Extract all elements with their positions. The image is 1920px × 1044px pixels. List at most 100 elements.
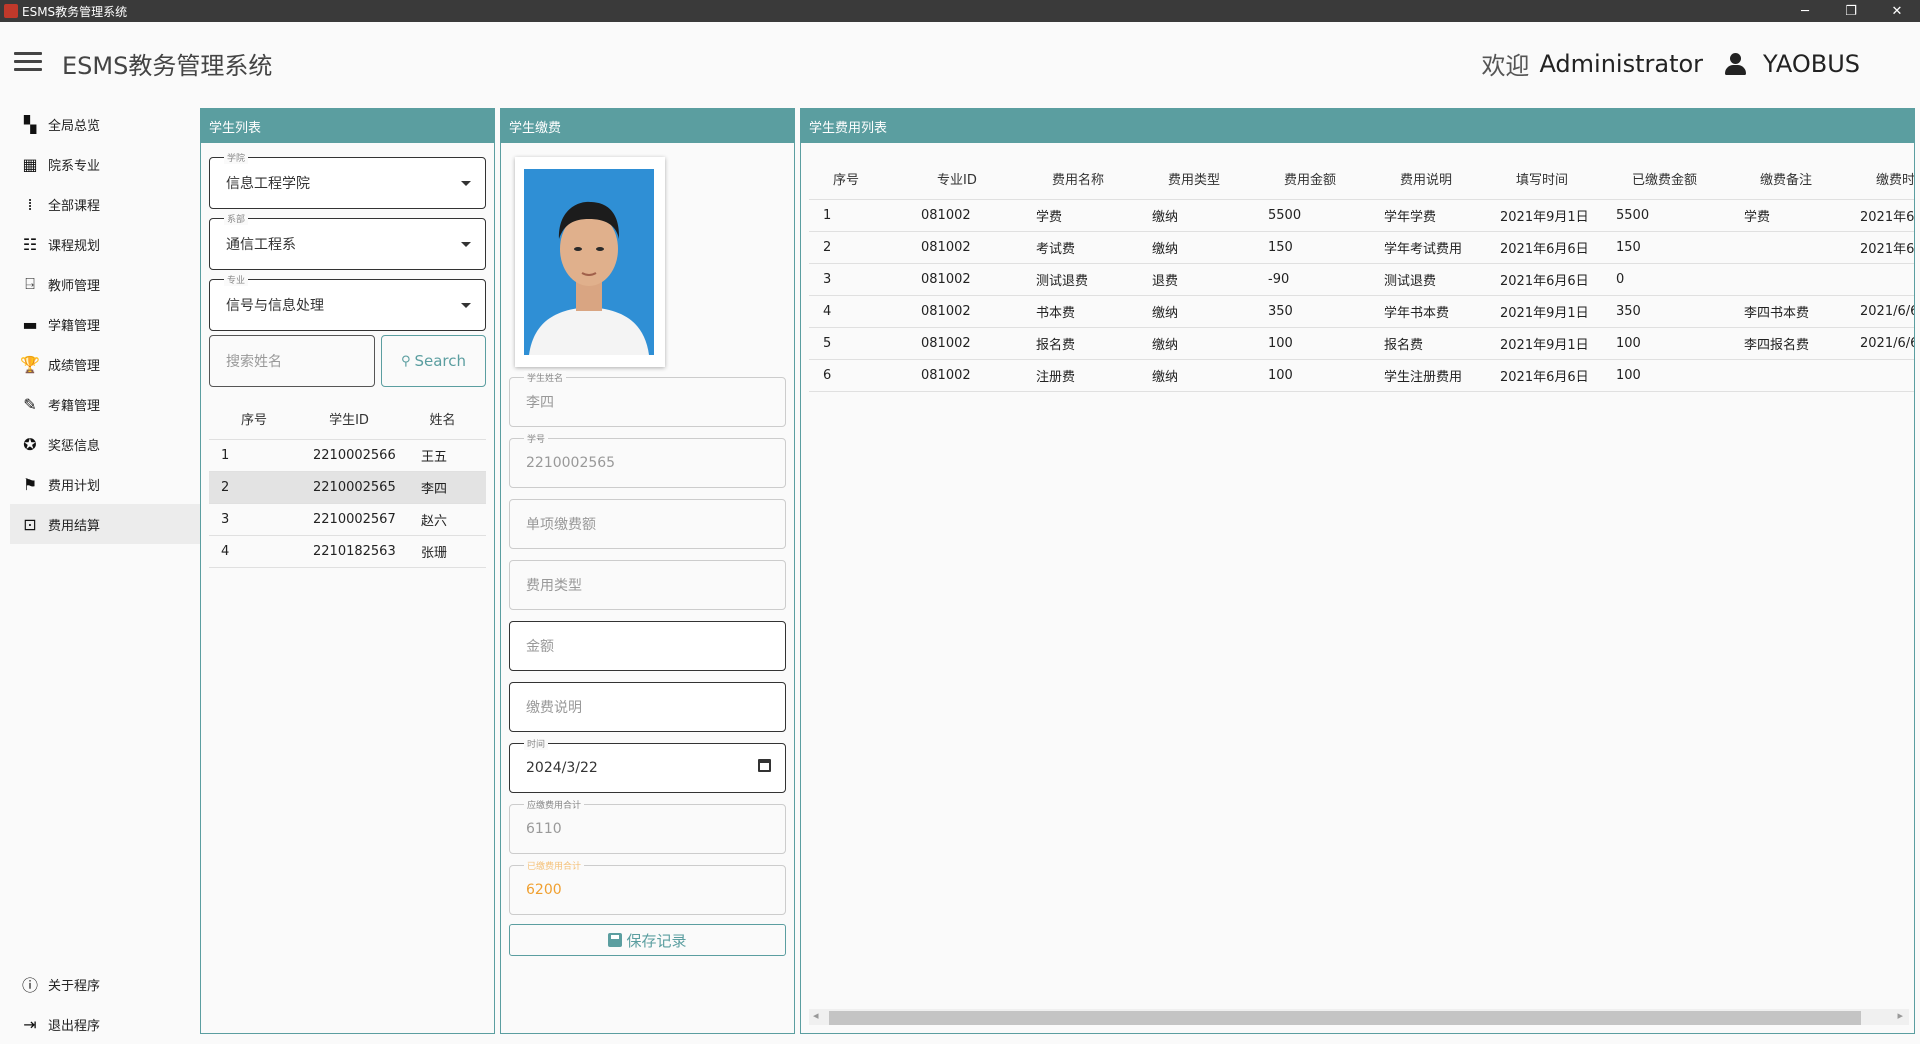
- chevron-down-icon: [461, 242, 471, 247]
- sidebar-item[interactable]: ▚ 全局总览: [10, 104, 200, 144]
- col-header: 已缴费金额: [1632, 173, 1698, 189]
- table-row[interactable]: 4 081002 书本费 缴纳 350 学年书本费 2021年9月1日 350 李四书本费 202…: [809, 294, 1914, 327]
- sidebar-item[interactable]: ☷ 课程规划: [10, 224, 200, 264]
- table-cell: [1736, 262, 1852, 295]
- calendar-icon[interactable]: [758, 759, 771, 772]
- sidebar-item-label: 院系专业: [48, 158, 101, 174]
- sidebar-item[interactable]: ✪ 奖惩信息: [10, 424, 200, 464]
- sidebar-item[interactable]: ▦ 院系专业: [10, 144, 200, 184]
- table-cell: 学年学费: [1376, 198, 1492, 231]
- app-header: ESMS教务管理系统 欢迎 Administrator YAOBUS: [0, 22, 1920, 104]
- table-cell: 2021年9月1日: [1492, 326, 1608, 359]
- restore-button[interactable]: ❐: [1828, 0, 1874, 22]
- scrollbar-thumb[interactable]: [829, 1011, 1861, 1025]
- hamburger-menu-icon[interactable]: [14, 52, 42, 74]
- scroll-right-icon[interactable]: ▸: [1897, 1009, 1903, 1022]
- search-button[interactable]: ⚲ Search: [381, 335, 486, 387]
- col-header: 费用说明: [1400, 173, 1453, 189]
- fee-list-panel: 学生费用列表 序号 专业ID 费用名称 费用类型 费用金额 费用说明 填写时间 已缴费金额 缴费…: [800, 108, 1915, 1034]
- table-cell: [1736, 230, 1852, 263]
- fee-type-field[interactable]: 费用类型: [509, 560, 786, 610]
- table-cell: 学生注册费用: [1376, 358, 1492, 392]
- student-list-panel: 学生列表 学院 信息工程学院 系部 通信工程系 专业 信号与信息处理 搜索姓名 …: [200, 108, 495, 1034]
- app-icon: [4, 4, 18, 18]
- sidebar-item[interactable]: ⊡ 费用结算: [10, 504, 200, 544]
- sidebar-item[interactable]: 🏆 成绩管理: [10, 344, 200, 384]
- col-header: 姓名: [429, 413, 456, 429]
- save-icon: [608, 933, 623, 947]
- table-cell: 5500: [1260, 198, 1376, 231]
- user-area: 欢迎 Administrator YAOBUS: [1481, 46, 1860, 81]
- sidebar-item[interactable]: ✎ 考籍管理: [10, 384, 200, 424]
- table-cell: 考试费: [1028, 230, 1144, 263]
- chevron-down-icon: [461, 303, 471, 308]
- paid-total-field: 已缴费用合计 6200: [509, 859, 786, 915]
- sidebar-item-label: 课程规划: [48, 238, 101, 254]
- table-row[interactable]: 2081002考试费缴纳150学年考试费用2021年6月6日1502021年6月…: [809, 230, 1914, 263]
- horizontal-scrollbar[interactable]: ◂ ▸: [809, 1009, 1909, 1025]
- trophy-icon: 🏆: [20, 354, 40, 374]
- table-cell: 王五: [399, 438, 486, 471]
- logout-icon: ⇥: [23, 1014, 37, 1034]
- table-cell: 学年书本费: [1376, 294, 1492, 327]
- minimize-button[interactable]: ─: [1782, 0, 1828, 22]
- table-cell: 报名费: [1376, 326, 1492, 359]
- table-row[interactable]: 5 081002 报名费 缴纳 100 报名费 2021年9月1日 100 李四报名费 2021/…: [809, 326, 1914, 359]
- user-icon[interactable]: [1723, 51, 1749, 77]
- date-field[interactable]: 时间 2024/3/22: [509, 737, 786, 793]
- table-row[interactable]: 2 2210002565 李四: [209, 470, 486, 503]
- table-cell: 3: [209, 502, 299, 535]
- table-cell: 测试退费: [1028, 262, 1144, 295]
- table-row[interactable]: 6 081002 注册费 缴纳 100 学生注册费用 2021年6月6日 100: [809, 358, 1914, 392]
- close-button[interactable]: ✕: [1874, 0, 1920, 22]
- table-row[interactable]: 3 2210002567 赵六: [209, 502, 486, 535]
- student-id-field: 学号 2210002565: [509, 432, 786, 488]
- table-cell: 100: [1608, 358, 1736, 392]
- college-value: 信息工程学院: [226, 176, 310, 192]
- table-row[interactable]: 1 081002 学费 缴纳 5500 学年学费 2021年9月1日 5500 学费 2021年6…: [809, 198, 1914, 231]
- table-cell: 学费: [1736, 198, 1852, 231]
- sidebar-item[interactable]: ⍈ 教师管理: [10, 264, 200, 304]
- dashboard-icon: ▚: [23, 114, 37, 134]
- payment-title: 学生缴费: [501, 109, 794, 143]
- sidebar-bottom-item[interactable]: ⇥ 退出程序: [10, 1004, 200, 1044]
- table-cell: 2: [809, 230, 913, 263]
- table-cell: 081002: [913, 230, 1028, 263]
- major-select[interactable]: 专业 信号与信息处理: [209, 273, 486, 331]
- table-cell: 李四: [399, 470, 486, 503]
- search-input[interactable]: 搜索姓名: [209, 335, 375, 387]
- table-cell: 2210002567: [299, 502, 399, 535]
- scroll-left-icon[interactable]: ◂: [813, 1009, 819, 1022]
- save-record-button[interactable]: 保存记录: [509, 924, 786, 956]
- grid-dots-icon: ⁞: [27, 194, 33, 214]
- window-title: ESMS教务管理系统: [22, 4, 128, 19]
- sidebar-item[interactable]: ▬ 学籍管理: [10, 304, 200, 344]
- org-name: YAOBUS: [1763, 49, 1860, 78]
- sidebar-item[interactable]: ⁞ 全部课程: [10, 184, 200, 224]
- college-select[interactable]: 学院 信息工程学院: [209, 151, 486, 209]
- student-name-value: 李四: [526, 395, 554, 411]
- description-field[interactable]: 缴费说明: [509, 682, 786, 732]
- student-list-title: 学生列表: [201, 109, 494, 143]
- table-row[interactable]: 1 2210002566 王五: [209, 438, 486, 471]
- table-cell: 081002: [913, 198, 1028, 231]
- sidebar-item[interactable]: ⚑ 费用计划: [10, 464, 200, 504]
- col-header: 缴费备注: [1760, 173, 1813, 189]
- award-icon: ✪: [23, 434, 37, 454]
- col-header: 序号: [240, 413, 267, 429]
- table-cell: 张珊: [399, 534, 486, 568]
- sidebar-bottom-item[interactable]: ⓘ 关于程序: [10, 964, 200, 1004]
- table-cell: 1: [809, 198, 913, 231]
- amount-field[interactable]: 金额: [509, 621, 786, 671]
- item-amount-field[interactable]: 单项缴费额: [509, 499, 786, 549]
- table-row[interactable]: 4 2210182563 张珊: [209, 534, 486, 568]
- table-cell: 4: [809, 294, 913, 327]
- app-title: ESMS教务管理系统: [62, 52, 273, 80]
- table-cell: 注册费: [1028, 358, 1144, 392]
- table-row[interactable]: 3 081002 测试退费 退费 -90 测试退费 2021年6月6日 0: [809, 262, 1914, 295]
- fee-type-placeholder: 费用类型: [526, 578, 582, 594]
- sidebar-item-label: 教师管理: [48, 278, 101, 294]
- major-value: 信号与信息处理: [226, 298, 324, 314]
- department-select[interactable]: 系部 通信工程系: [209, 212, 486, 270]
- paid-total-value: 6200: [526, 882, 562, 898]
